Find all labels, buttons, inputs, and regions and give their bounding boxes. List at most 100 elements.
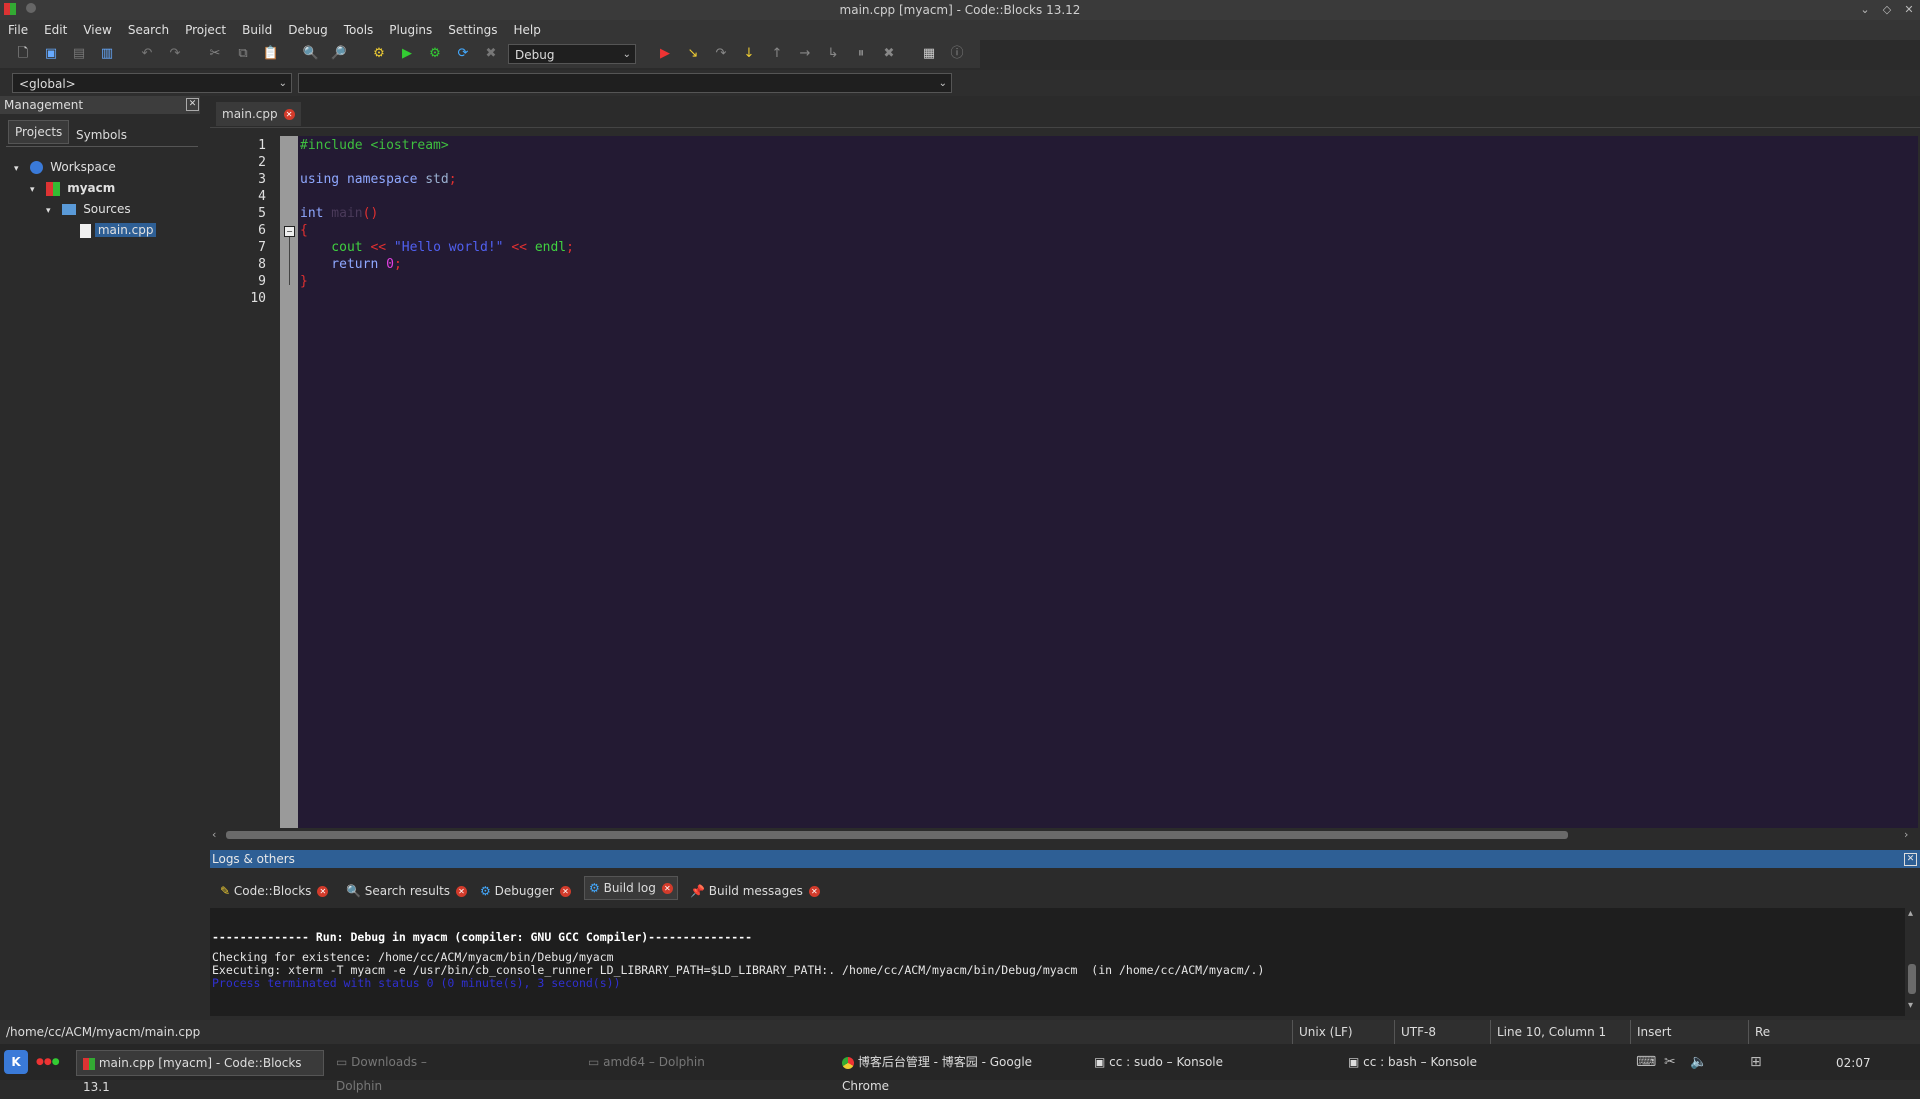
open-icon[interactable]: ▣ — [42, 45, 60, 63]
scrollbar-thumb[interactable] — [1908, 964, 1916, 994]
close-icon[interactable]: ✕ — [283, 109, 295, 120]
keyboard-icon[interactable]: ⌨ — [1636, 1054, 1656, 1070]
replace-icon[interactable]: 🔎 — [330, 45, 348, 63]
tab-build-messages[interactable]: 📌 Build messages ✕ — [686, 880, 824, 902]
menu-view[interactable]: View — [75, 20, 119, 40]
build-run-icon[interactable]: ⚙ — [426, 45, 444, 63]
fold-margin[interactable]: − — [280, 136, 298, 828]
tree-file-label: main.cpp — [94, 223, 157, 237]
save-icon[interactable]: ▤ — [70, 45, 88, 63]
clock[interactable]: 02:07 — [1836, 1056, 1871, 1070]
tab-debugger[interactable]: ⚙ Debugger ✕ — [476, 880, 575, 902]
menu-edit[interactable]: Edit — [36, 20, 75, 40]
network-icon[interactable]: ⊞ — [1750, 1054, 1762, 1070]
scroll-down-icon[interactable]: ▾ — [1908, 1000, 1913, 1011]
cut-icon[interactable]: ✂ — [206, 45, 224, 63]
tab-codeblocks-log[interactable]: ✎ Code::Blocks ✕ — [216, 880, 332, 902]
next-line-icon[interactable]: ↷ — [712, 45, 730, 63]
save-all-icon[interactable]: ▥ — [98, 45, 116, 63]
volume-icon[interactable]: 🔈 — [1690, 1054, 1707, 1070]
horizontal-scrollbar[interactable]: ‹ › — [210, 828, 1920, 842]
scope-select[interactable]: <global> ⌄ — [12, 73, 292, 93]
vertical-scrollbar[interactable]: ▴ ▾ — [1905, 908, 1920, 1016]
code-line: return 0; — [300, 257, 402, 272]
undo-icon[interactable]: ↶ — [138, 45, 156, 63]
pause-icon[interactable]: ⏸ — [852, 45, 870, 63]
build-target-select[interactable]: Debug ⌄ — [508, 44, 636, 64]
symbol-select[interactable]: ⌄ — [298, 73, 952, 93]
tab-symbols[interactable]: Symbols — [70, 124, 133, 146]
menu-tools[interactable]: Tools — [336, 20, 382, 40]
task-konsole-bash[interactable]: ▣ cc : bash – Konsole — [1342, 1050, 1498, 1074]
close-icon[interactable]: ✕ — [1904, 853, 1917, 866]
close-icon[interactable]: ✕ — [808, 886, 820, 897]
debug-start-icon[interactable]: ▶ — [656, 45, 674, 63]
maximize-icon[interactable]: ◇ — [1880, 3, 1894, 17]
step-into-icon[interactable]: ↓ — [740, 45, 758, 63]
tab-search-results[interactable]: 🔍 Search results ✕ — [342, 880, 471, 902]
close-icon[interactable]: ✕ — [661, 883, 673, 894]
copy-icon[interactable]: ⧉ — [234, 45, 252, 63]
activity-dots-icon[interactable]: ●●● — [36, 1058, 66, 1067]
tab-label: Build messages — [708, 884, 803, 898]
close-icon[interactable]: ✕ — [456, 886, 468, 897]
task-dolphin-downloads[interactable]: ▭ Downloads – Dolphin — [330, 1050, 476, 1093]
tab-build-log[interactable]: ⚙ Build log ✕ — [584, 876, 678, 900]
tree-folder[interactable]: ▾ Sources — [46, 200, 131, 218]
scissors-icon[interactable]: ✂ — [1664, 1054, 1676, 1070]
kde-launcher-icon[interactable]: K — [4, 1050, 28, 1074]
find-icon[interactable]: 🔍 — [302, 45, 320, 63]
menu-help[interactable]: Help — [505, 20, 548, 40]
tree-workspace[interactable]: ▾ Workspace — [14, 158, 116, 176]
tree-divider — [6, 146, 198, 147]
run-to-cursor-icon[interactable]: ↘ — [684, 45, 702, 63]
new-file-icon[interactable]: 🗋 — [14, 45, 32, 63]
task-codeblocks[interactable]: main.cpp [myacm] - Code::Blocks 13.1 — [76, 1050, 324, 1094]
task-dolphin-amd64[interactable]: ▭ amd64 – Dolphin — [582, 1050, 708, 1074]
stop-debug-icon[interactable]: ✖ — [880, 45, 898, 63]
menu-project[interactable]: Project — [177, 20, 234, 40]
code-line: { — [300, 223, 308, 238]
step-instruction-icon[interactable]: ↳ — [824, 45, 842, 63]
tree-file[interactable]: main.cpp — [80, 221, 157, 239]
build-log-output[interactable]: -------------- Run: Debug in myacm (comp… — [210, 908, 1905, 1016]
redo-icon[interactable]: ↷ — [166, 45, 184, 63]
step-out-icon[interactable]: ↑ — [768, 45, 786, 63]
close-icon[interactable]: ✕ — [317, 886, 329, 897]
menu-settings[interactable]: Settings — [440, 20, 505, 40]
scrollbar-thumb[interactable] — [226, 831, 1568, 839]
tab-projects[interactable]: Projects — [8, 120, 70, 144]
chevron-down-icon: ▾ — [46, 206, 51, 216]
debug-info-icon[interactable]: ⓘ — [948, 45, 966, 63]
run-icon[interactable]: ▶ — [398, 45, 416, 63]
close-icon[interactable]: ✕ — [1902, 3, 1916, 17]
tab-label: Build log — [603, 881, 656, 895]
editor-tab-main-cpp[interactable]: main.cpp ✕ — [216, 102, 301, 126]
menu-build[interactable]: Build — [234, 20, 280, 40]
build-icon[interactable]: ⚙ — [370, 45, 388, 63]
task-konsole-sudo[interactable]: ▣ cc : sudo – Konsole — [1088, 1050, 1244, 1074]
fold-collapse-icon[interactable]: − — [284, 226, 295, 237]
tree-project[interactable]: ▾ myacm — [30, 179, 115, 197]
scroll-right-icon[interactable]: › — [1904, 828, 1908, 841]
line-number: 2 — [258, 155, 266, 170]
close-icon[interactable]: ✕ — [560, 886, 571, 897]
line-number: 3 — [258, 172, 266, 187]
task-chrome[interactable]: 博客后台管理 - 博客园 - Google Chrome — [836, 1050, 1082, 1093]
editor-tab-underline — [210, 127, 1920, 128]
close-icon[interactable]: ✕ — [186, 98, 199, 111]
task-label: 博客后台管理 - 博客园 - Google Chrome — [842, 1055, 1033, 1093]
menu-debug[interactable]: Debug — [280, 20, 335, 40]
rebuild-icon[interactable]: ⟳ — [454, 45, 472, 63]
menu-search[interactable]: Search — [120, 20, 177, 40]
next-instruction-icon[interactable]: → — [796, 45, 814, 63]
scroll-left-icon[interactable]: ‹ — [212, 828, 216, 841]
paste-icon[interactable]: 📋 — [262, 45, 280, 63]
minimize-icon[interactable]: ⌄ — [1858, 3, 1872, 17]
debug-windows-icon[interactable]: ▦ — [920, 45, 938, 63]
abort-icon[interactable]: ✖ — [482, 45, 500, 63]
code-editor[interactable]: #include <iostream> using namespace std;… — [298, 136, 1918, 828]
menu-file[interactable]: File — [0, 20, 36, 40]
menu-plugins[interactable]: Plugins — [381, 20, 440, 40]
scroll-up-icon[interactable]: ▴ — [1908, 908, 1913, 919]
